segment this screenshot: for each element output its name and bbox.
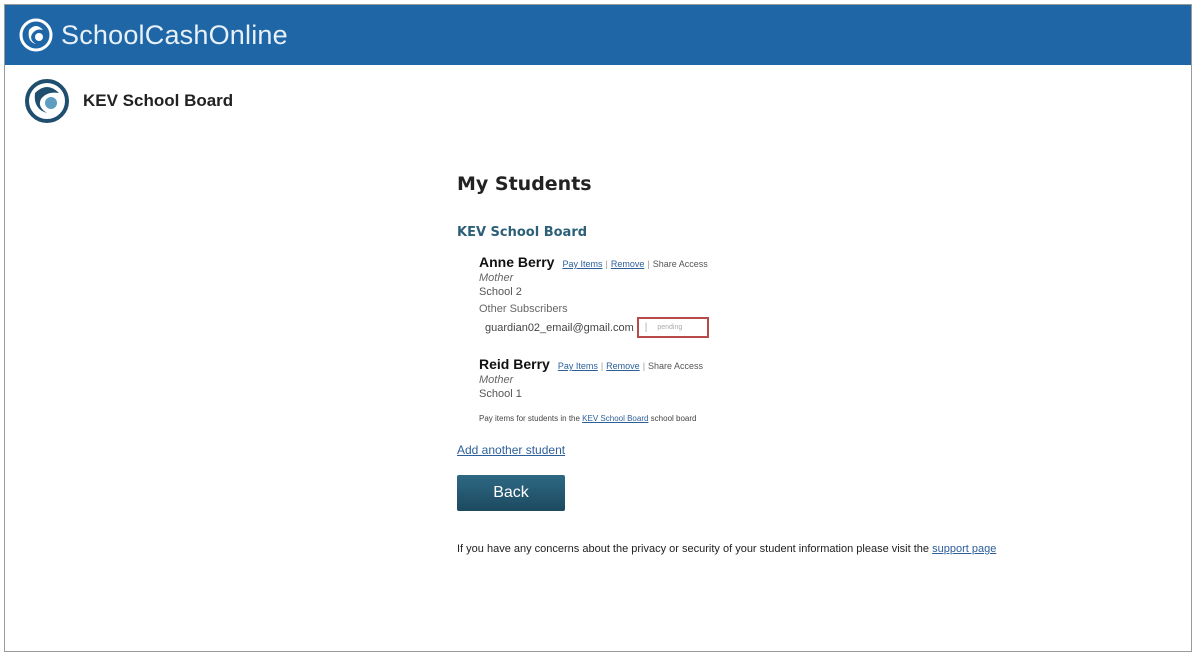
- separator: |: [647, 259, 650, 269]
- subscriber-row: guardian02_email@gmail.com | pending: [485, 317, 1157, 338]
- student-relation: Mother: [479, 272, 514, 284]
- remove-link[interactable]: Remove: [606, 361, 640, 371]
- board-link[interactable]: KEV School Board: [582, 414, 648, 423]
- back-button[interactable]: Back: [457, 475, 565, 511]
- other-subscribers-label: Other Subscribers: [479, 303, 568, 315]
- privacy-note: If you have any concerns about the priva…: [457, 543, 1157, 555]
- student-school: School 1: [479, 388, 522, 400]
- separator: |: [644, 322, 648, 333]
- student-name: Reid Berry: [479, 356, 550, 372]
- student-header: Reid Berry Pay Items | Remove | Share Access: [479, 356, 1157, 372]
- board-logo-icon: [25, 79, 69, 123]
- top-banner: SchoolCashOnline: [5, 5, 1191, 65]
- student-header: Anne Berry Pay Items | Remove | Share Access: [479, 254, 1157, 270]
- student-school: School 2: [479, 286, 522, 298]
- board-name: KEV School Board: [83, 91, 234, 110]
- pending-status: pending: [657, 324, 683, 331]
- student-relation: Mother: [479, 374, 514, 386]
- student-entry: Anne Berry Pay Items | Remove | Share Access…: [479, 254, 1157, 338]
- separator: |: [642, 361, 646, 371]
- student-name: Anne Berry: [479, 254, 555, 270]
- student-actions: Pay Items | Remove | Share Access: [558, 361, 703, 371]
- board-note-prefix: Pay items for students in the: [479, 414, 580, 423]
- brand-name[interactable]: SchoolCashOnline: [61, 20, 288, 51]
- pay-items-link[interactable]: Pay Items: [558, 361, 598, 371]
- share-access-link[interactable]: Share Access: [653, 259, 708, 269]
- page-frame: SchoolCashOnline KEV School Board My Stu…: [4, 4, 1192, 652]
- pay-items-link[interactable]: Pay Items: [562, 259, 602, 269]
- pending-status-highlight: | pending: [636, 317, 709, 338]
- privacy-text: If you have any concerns about the priva…: [457, 543, 930, 555]
- separator: |: [600, 361, 604, 371]
- board-note: Pay items for students in the KEV School…: [479, 414, 1157, 423]
- schoolcash-logo-icon: [19, 18, 53, 52]
- school-board-heading: KEV School Board: [457, 225, 588, 240]
- board-note-suffix: school board: [650, 414, 697, 423]
- student-actions: Pay Items | Remove | Share Access: [562, 259, 707, 269]
- add-student-link[interactable]: Add another student: [457, 443, 565, 457]
- share-access-link[interactable]: Share Access: [648, 361, 703, 371]
- board-header: KEV School Board: [23, 77, 233, 125]
- separator: |: [605, 259, 608, 269]
- remove-link[interactable]: Remove: [611, 259, 645, 269]
- support-page-link[interactable]: support page: [932, 543, 996, 555]
- student-entry: Reid Berry Pay Items | Remove | Share Access…: [479, 356, 1157, 400]
- subscriber-email: guardian02_email@gmail.com: [485, 321, 634, 334]
- main-content: My Students KEV School Board Anne Berry …: [457, 173, 1157, 555]
- page-title: My Students: [457, 173, 592, 195]
